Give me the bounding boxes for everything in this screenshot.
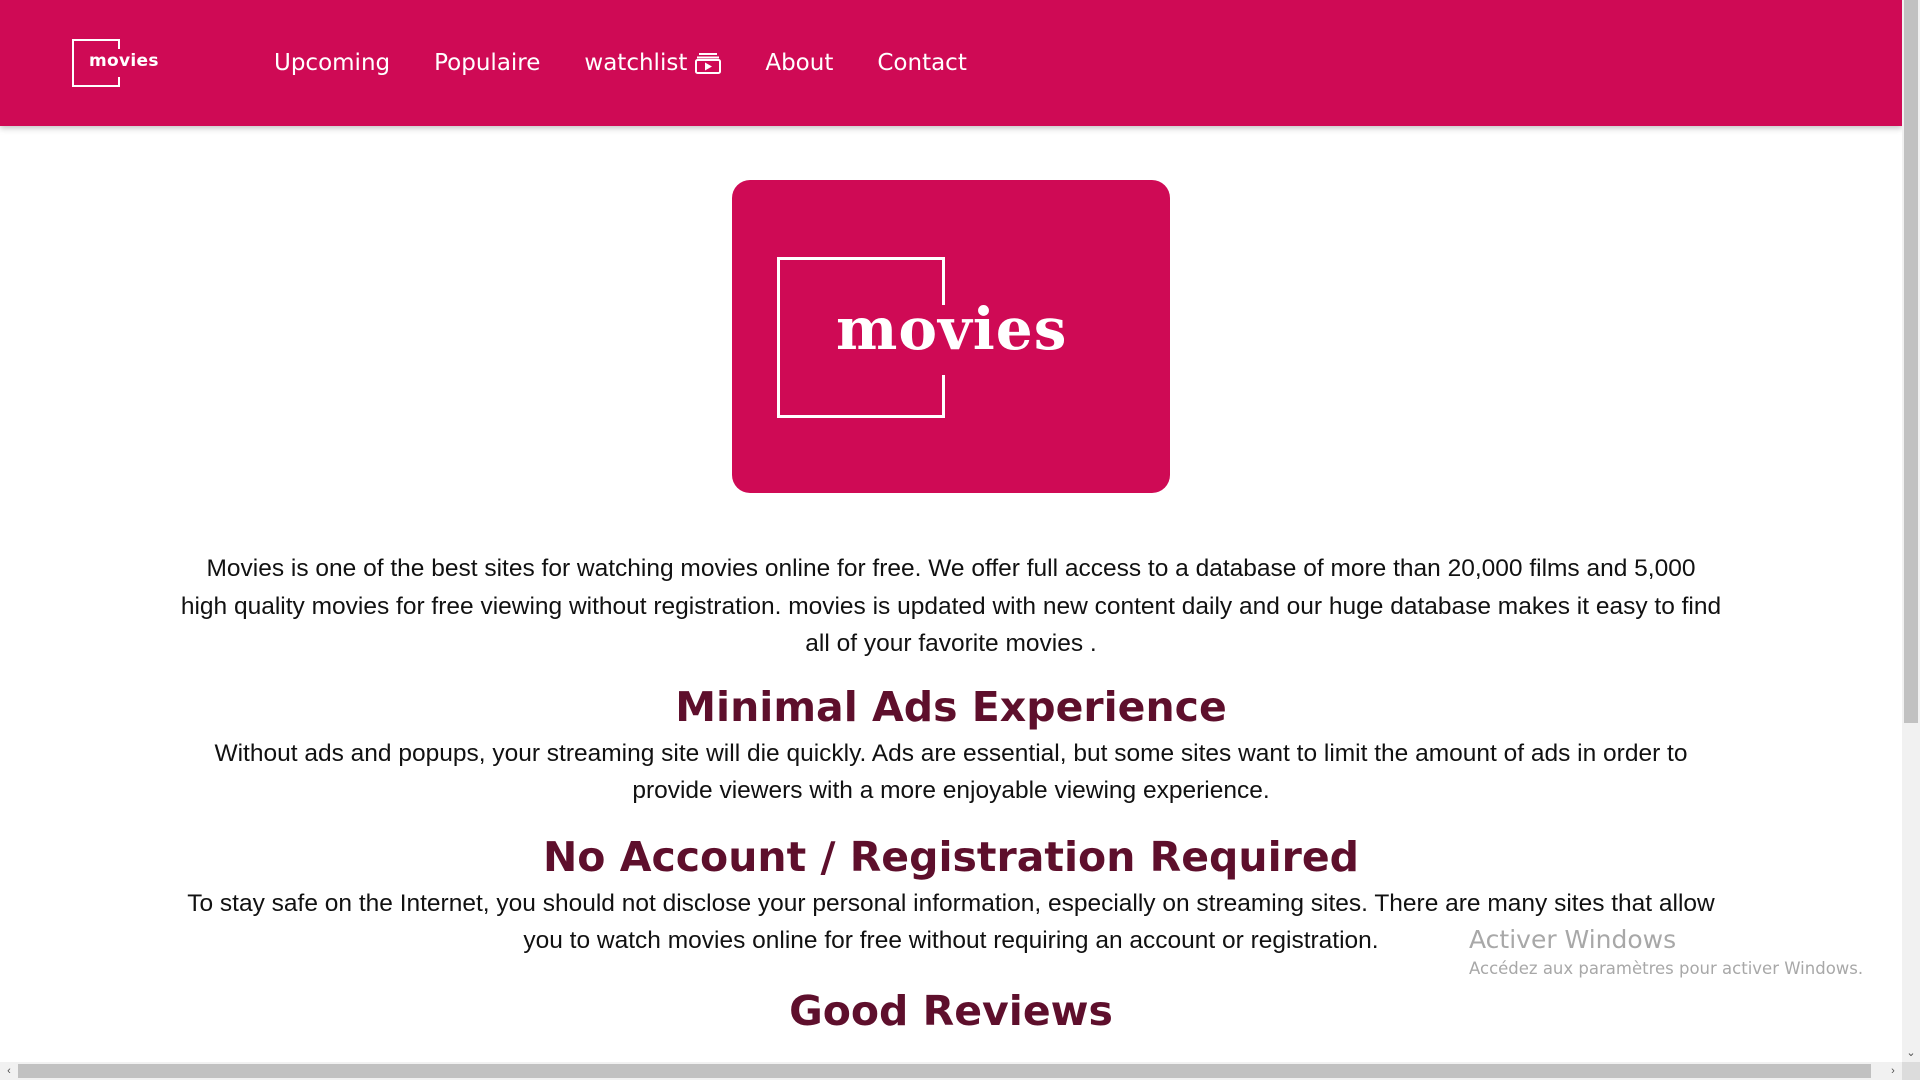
watchlist-play-icon: [695, 52, 722, 74]
nav-link-label: About: [765, 50, 834, 76]
vertical-scroll-thumb[interactable]: [1904, 0, 1918, 723]
section-heading-good-reviews: Good Reviews: [789, 986, 1113, 1035]
navbar: movies Upcoming Populaire watchlist Abou…: [0, 0, 1902, 126]
intro-paragraph: Movies is one of the best sites for watc…: [180, 555, 1722, 657]
hero-logo-card: movies: [732, 180, 1170, 493]
section-heading-no-account: No Account / Registration Required: [542, 832, 1360, 881]
horizontal-scrollbar[interactable]: ‹ ›: [0, 1062, 1902, 1080]
windows-activation-watermark: Activer Windows Accédez aux paramètres p…: [1469, 925, 1863, 981]
nav-link-upcoming[interactable]: Upcoming: [274, 50, 390, 76]
nav-logo[interactable]: movies: [72, 39, 159, 87]
scroll-left-arrow-icon[interactable]: ‹: [0, 1062, 18, 1080]
nav-link-label: Populaire: [434, 50, 541, 76]
nav-link-label: watchlist: [584, 50, 688, 76]
scrollbar-corner: [1902, 1062, 1920, 1080]
nav-link-contact[interactable]: Contact: [877, 50, 966, 76]
nav-link-label: Contact: [877, 50, 967, 76]
scroll-down-arrow-icon[interactable]: ⌄: [1902, 1044, 1920, 1062]
horizontal-scroll-thumb[interactable]: [18, 1064, 1871, 1078]
nav-link-label: Upcoming: [274, 50, 391, 76]
watermark-subtitle: Accédez aux paramètres pour activer Wind…: [1469, 959, 1864, 978]
vertical-scrollbar[interactable]: ⌄: [1902, 0, 1920, 1062]
section-text-minimal-ads: Without ads and popups, your streaming s…: [214, 739, 1688, 805]
nav-link-about[interactable]: About: [765, 50, 833, 76]
nav-links: Upcoming Populaire watchlist About Conta…: [274, 0, 967, 126]
watermark-title: Activer Windows: [1469, 925, 1677, 954]
nav-link-watchlist[interactable]: watchlist: [584, 50, 722, 76]
logo-frame-right-top: [118, 39, 120, 49]
logo-frame-right-bottom: [118, 77, 120, 87]
section-heading-minimal-ads: Minimal Ads Experience: [675, 682, 1227, 731]
nav-link-populaire[interactable]: Populaire: [434, 50, 540, 76]
logo-text: movies: [89, 51, 159, 71]
scroll-right-arrow-icon[interactable]: ›: [1884, 1062, 1902, 1080]
hero-logo-text: movies: [836, 295, 1068, 363]
